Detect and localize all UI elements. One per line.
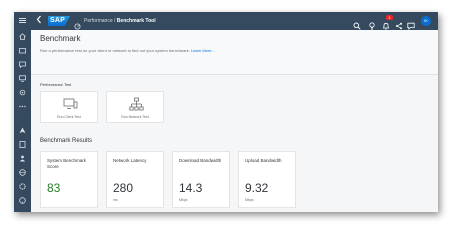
shell-bar: SAP Performance / Benchmark Tool 1 IK (31, 12, 438, 30)
gear-icon[interactable] (19, 183, 26, 190)
share-icon[interactable] (395, 17, 403, 30)
folder-icon[interactable] (19, 47, 26, 54)
home-icon[interactable] (19, 33, 26, 40)
settings-icon[interactable] (19, 89, 26, 96)
tools-icon (74, 17, 81, 30)
metric-value: 9.32 (245, 181, 269, 195)
page-header: Benchmark Run a performance test on your… (31, 30, 438, 75)
avatar[interactable]: IK (421, 16, 431, 26)
metric-value: 14.3 (179, 181, 203, 195)
chat-icon[interactable] (19, 61, 26, 69)
monitor-icon (63, 98, 78, 109)
feedback-icon[interactable] (407, 17, 415, 30)
metric-value: 83 (47, 181, 61, 195)
menu-icon[interactable] (19, 17, 26, 24)
metric-unit: Mbps (179, 198, 188, 202)
network-latency-tile[interactable]: Network Latency 280 ms (106, 151, 164, 208)
network-icon (129, 97, 144, 111)
download-bandwidth-tile[interactable]: Download Bandwidth 14.3 Mbps (172, 151, 230, 208)
deploy-icon[interactable] (19, 127, 26, 134)
main-content: Performance Test Run Client Test Run Net… (31, 75, 438, 212)
help-icon[interactable] (19, 197, 26, 204)
document-icon[interactable] (19, 141, 26, 148)
run-network-test-tile[interactable]: Run Network Test (106, 91, 164, 123)
page-title: Benchmark (40, 34, 81, 43)
side-navigation (14, 12, 31, 212)
sap-logo[interactable]: SAP (48, 16, 70, 26)
breadcrumb: Performance / Benchmark Tool (84, 17, 156, 25)
performance-test-label: Performance Test (40, 82, 72, 87)
run-client-test-tile[interactable]: Run Client Test (40, 91, 98, 123)
metric-label: Upload Bandwidth (245, 158, 282, 163)
logo-text: SAP (50, 17, 65, 24)
more-icon[interactable] (19, 103, 26, 110)
metric-label: Network Latency (113, 158, 147, 163)
upload-bandwidth-tile[interactable]: Upload Bandwidth 9.32 Mbps (238, 151, 296, 208)
notification-badge: 1 (386, 15, 393, 20)
metric-unit: ms (113, 198, 118, 202)
metric-label: Download Bandwidth (179, 158, 222, 163)
globe-icon[interactable] (19, 169, 26, 176)
lightbulb-icon[interactable] (368, 17, 376, 30)
metric-value: 280 (113, 181, 134, 195)
system-benchmark-score-tile[interactable]: System Benchmark Score 83 (40, 151, 98, 208)
monitor-icon[interactable] (19, 75, 26, 82)
metric-label: System Benchmark Score (47, 158, 87, 169)
back-icon[interactable] (36, 15, 42, 27)
metric-unit: Mbps (245, 198, 254, 202)
people-icon[interactable] (19, 155, 26, 162)
run-network-test-caption: Run Network Test (121, 115, 149, 119)
page-subtitle: Run a performance test on your client or… (40, 48, 215, 54)
benchmark-results-title: Benchmark Results (40, 138, 93, 144)
search-icon[interactable] (353, 17, 361, 30)
app-window: SAP Performance / Benchmark Tool 1 IK Be… (14, 12, 438, 212)
learn-more-link[interactable]: Learn More... (191, 48, 215, 53)
breadcrumb-current: Benchmark Tool (116, 18, 156, 24)
run-client-test-caption: Run Client Test (57, 115, 81, 119)
breadcrumb-parent[interactable]: Performance / (84, 18, 117, 24)
page-subtitle-text: Run a performance test on your client or… (40, 48, 190, 53)
